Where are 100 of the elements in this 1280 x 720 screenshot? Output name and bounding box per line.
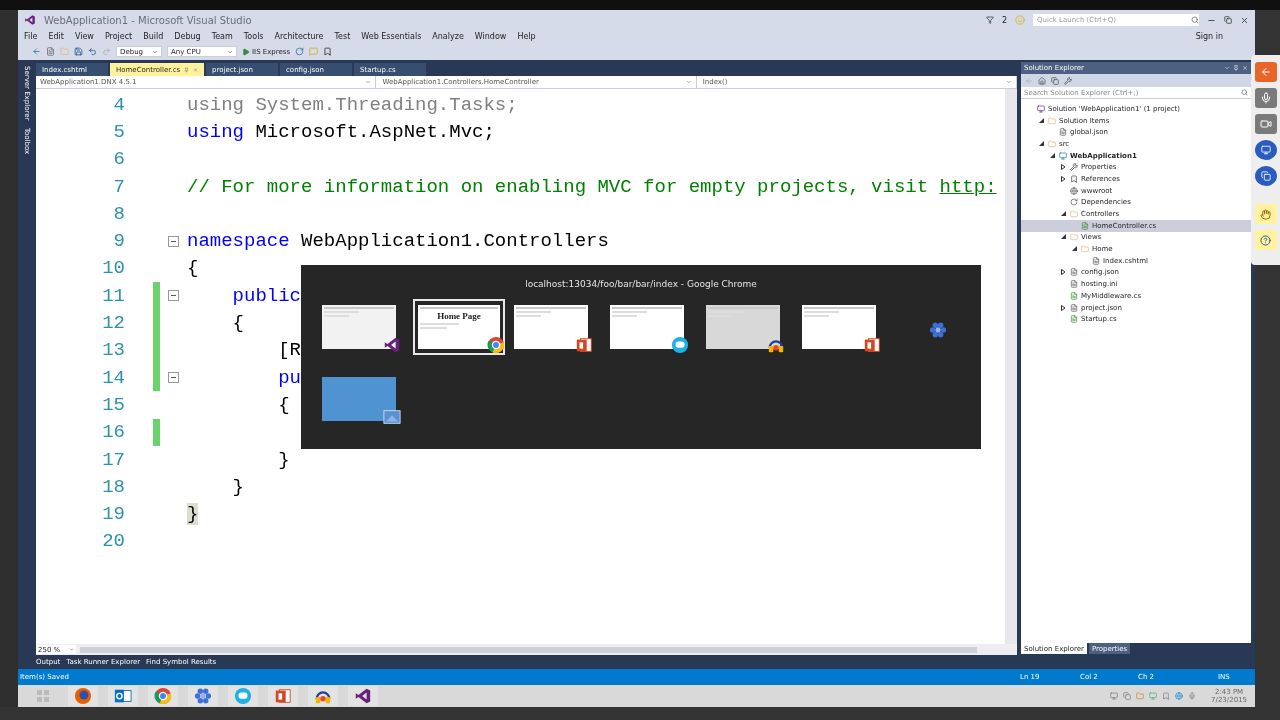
- caret-icon: [685, 79, 692, 85]
- taskbar-app[interactable]: [68, 686, 98, 706]
- play-icon: [242, 47, 250, 56]
- pin-icon[interactable]: [184, 66, 190, 73]
- code-line: namespace WebApplication1.Controllers: [187, 230, 609, 253]
- menu-item[interactable]: View: [74, 32, 94, 41]
- microphone-icon: [1259, 92, 1272, 104]
- horizontal-scrollbar[interactable]: [80, 646, 977, 653]
- line-number: 20: [101, 530, 125, 553]
- window-button[interactable]: [1254, 166, 1277, 186]
- taskbar-app[interactable]: [108, 686, 138, 706]
- notification-count: 2: [1001, 15, 1007, 25]
- expanded-arrow-icon[interactable]: [1039, 140, 1044, 147]
- code-line: }: [277, 448, 290, 471]
- taskbar-app[interactable]: [348, 686, 378, 706]
- collapsed-arrow-icon[interactable]: [1061, 269, 1066, 276]
- collapse-icon[interactable]: [168, 290, 179, 302]
- collapse-icon[interactable]: [168, 372, 179, 384]
- tray-icon[interactable]: [1162, 692, 1171, 700]
- new-project-icon[interactable]: [46, 47, 55, 56]
- close-icon[interactable]: [1240, 15, 1249, 25]
- taskbar-app[interactable]: [188, 686, 218, 706]
- expanded-arrow-icon[interactable]: [1039, 117, 1044, 124]
- csharp-file-icon: [1070, 315, 1078, 324]
- collapsed-arrow-icon[interactable]: [1061, 175, 1066, 182]
- microphone-button[interactable]: [1254, 88, 1277, 108]
- caret-icon: [1006, 79, 1012, 85]
- bookmark-icon[interactable]: [323, 47, 333, 56]
- code-line: {: [277, 393, 290, 416]
- expanded-arrow-icon[interactable]: [1072, 246, 1077, 253]
- dropdown-icon[interactable]: [1224, 65, 1230, 71]
- menu-item[interactable]: Web Essentials: [361, 32, 422, 41]
- solution-icon: [1037, 104, 1045, 113]
- menu-item[interactable]: Help: [517, 32, 536, 41]
- line-number: 10: [101, 257, 125, 280]
- csharp-file-icon: [1070, 291, 1078, 300]
- menu-item[interactable]: Project: [104, 32, 133, 41]
- file-icon: [1059, 128, 1067, 137]
- menu-item[interactable]: Window: [474, 32, 507, 41]
- expanded-arrow-icon[interactable]: [1061, 211, 1066, 218]
- code-line: using Microsoft.AspNet.Mvc;: [187, 120, 495, 143]
- help-button[interactable]: [1254, 230, 1277, 250]
- raise-hand-button[interactable]: [1254, 204, 1277, 224]
- collapsed-arrow-icon[interactable]: [1061, 304, 1066, 311]
- undo-icon[interactable]: [88, 47, 97, 56]
- copy-icon[interactable]: [1051, 76, 1059, 85]
- line-number: 19: [101, 503, 125, 526]
- expanded-arrow-icon[interactable]: [1061, 234, 1066, 241]
- pin-icon[interactable]: [1233, 65, 1239, 71]
- back-icon[interactable]: [32, 47, 41, 56]
- taskbar-app[interactable]: [148, 686, 178, 706]
- camera-button[interactable]: [1254, 114, 1277, 134]
- menu-item[interactable]: Edit: [48, 32, 64, 41]
- presentation-icon: [863, 336, 881, 354]
- search-icon: [1241, 89, 1248, 96]
- camera-icon: [1259, 118, 1272, 130]
- close-icon[interactable]: [1242, 65, 1248, 71]
- folder-icon: [1048, 139, 1056, 148]
- arrow-left-icon: [1259, 66, 1272, 78]
- home-icon[interactable]: [1038, 76, 1046, 85]
- menu-item[interactable]: Team: [211, 32, 233, 41]
- code-line: public: [231, 284, 302, 307]
- refresh-icon[interactable]: [295, 47, 305, 56]
- visual-studio-icon: [24, 14, 36, 26]
- menu-item[interactable]: Architecture: [274, 32, 324, 41]
- back-button[interactable]: [1254, 62, 1277, 82]
- menu-item[interactable]: Analyze: [432, 32, 464, 41]
- menu-item[interactable]: Tools: [243, 32, 264, 41]
- code-line: {: [231, 312, 244, 334]
- mail-icon: [114, 687, 132, 705]
- window-title: WebApplication1 - Microsoft Visual Studio: [44, 14, 252, 26]
- wrench-icon[interactable]: [1064, 76, 1072, 85]
- collapsed-arrow-icon[interactable]: [1061, 164, 1066, 171]
- filter-icon: [985, 16, 994, 24]
- sign-in-link[interactable]: Sign in: [1195, 32, 1223, 41]
- window-thumbnail[interactable]: Home Page: [413, 299, 505, 355]
- save-icon[interactable]: [74, 47, 83, 56]
- menu-item[interactable]: Build: [143, 32, 164, 41]
- tray-icon[interactable]: [1110, 692, 1119, 700]
- code-line: {: [187, 257, 199, 280]
- taskbar-app[interactable]: [308, 686, 338, 706]
- chrome-icon: [487, 336, 505, 354]
- menu-item[interactable]: File: [24, 32, 38, 41]
- code-line: pu: [277, 366, 302, 389]
- taskbar-app[interactable]: [268, 686, 298, 706]
- restore-icon[interactable]: [1224, 16, 1232, 24]
- switcher-title: localhost:13034/foo/bar/bar/index - Google Chrome: [525, 279, 757, 289]
- globe-icon: [1070, 186, 1078, 195]
- vertical-scrollbar[interactable]: [1005, 89, 1017, 644]
- file-icon: [1092, 256, 1100, 265]
- collapse-icon[interactable]: [168, 235, 179, 247]
- menu-item[interactable]: Test: [334, 32, 351, 41]
- menu-item[interactable]: Debug: [174, 32, 201, 41]
- folder-icon: [1070, 233, 1078, 242]
- wrench-icon: [1070, 163, 1078, 172]
- tray-icon[interactable]: [1175, 692, 1184, 700]
- line-number: 11: [101, 284, 125, 307]
- share-screen-button[interactable]: [1254, 140, 1277, 160]
- expanded-arrow-icon[interactable]: [1050, 152, 1055, 159]
- line-number: 5: [112, 120, 125, 143]
